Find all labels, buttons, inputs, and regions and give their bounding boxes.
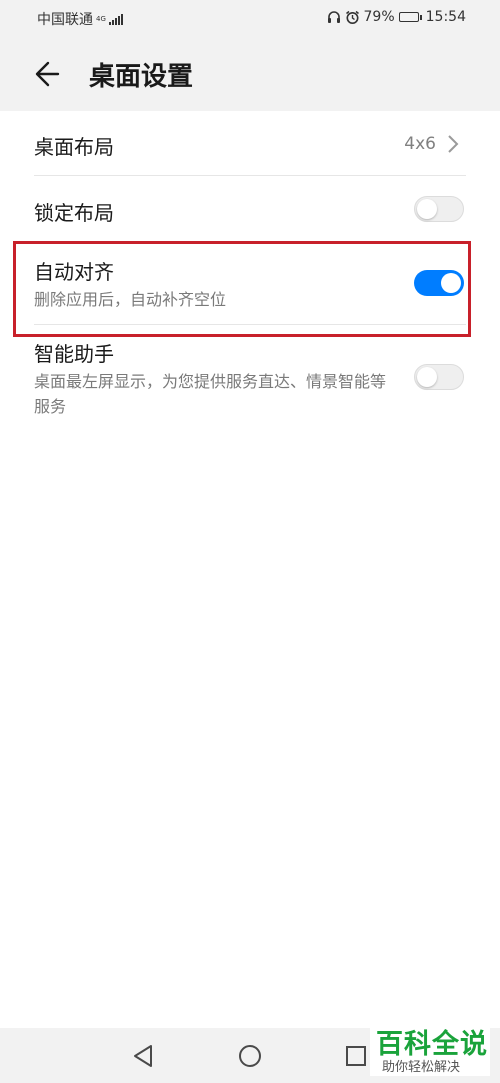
smart-assistant-toggle[interactable] [414,364,464,390]
app-header: 桌面设置 [0,36,500,111]
signal-icon [108,13,123,25]
battery-icon [398,12,422,22]
headset-icon [327,11,340,23]
alarm-icon [345,10,359,24]
setting-lock-layout: 锁定布局 [0,176,500,240]
watermark-subtitle: 助你轻松解决 [382,1060,461,1075]
nav-back-icon[interactable] [132,1044,154,1068]
arrow-left-icon[interactable] [30,56,70,92]
nav-home-icon[interactable] [239,1045,261,1067]
smart-assistant-label: 智能助手 [34,342,114,366]
carrier-name: 中国联通 [37,12,93,28]
highlight-box [13,241,471,337]
lock-layout-toggle[interactable] [414,196,464,222]
battery-percent: 79% [363,9,395,25]
page-title: 桌面设置 [89,62,194,92]
clock: 15:54 [425,9,466,25]
toggle-knob [417,367,437,387]
setting-smart-assistant: 智能助手 桌面最左屏显示，为您提供服务直达、情景智能等服务 [0,326,500,426]
toggle-knob [417,199,437,219]
desktop-layout-label: 桌面布局 [34,135,114,159]
status-bar: 中国联通 4G 79% 15:54 [0,0,500,36]
desktop-layout-value: 4x6 [404,134,436,154]
setting-desktop-layout[interactable]: 桌面布局 4x6 [0,111,500,176]
lock-layout-label: 锁定布局 [34,201,114,225]
chevron-right-icon [448,135,459,153]
watermark-logo: 百科全说 助你轻松解决 [370,1022,490,1076]
smart-assistant-description: 桌面最左屏显示，为您提供服务直达、情景智能等服务 [34,372,387,416]
nav-recent-icon[interactable] [346,1046,366,1066]
network-type-label: 4G [96,14,106,23]
